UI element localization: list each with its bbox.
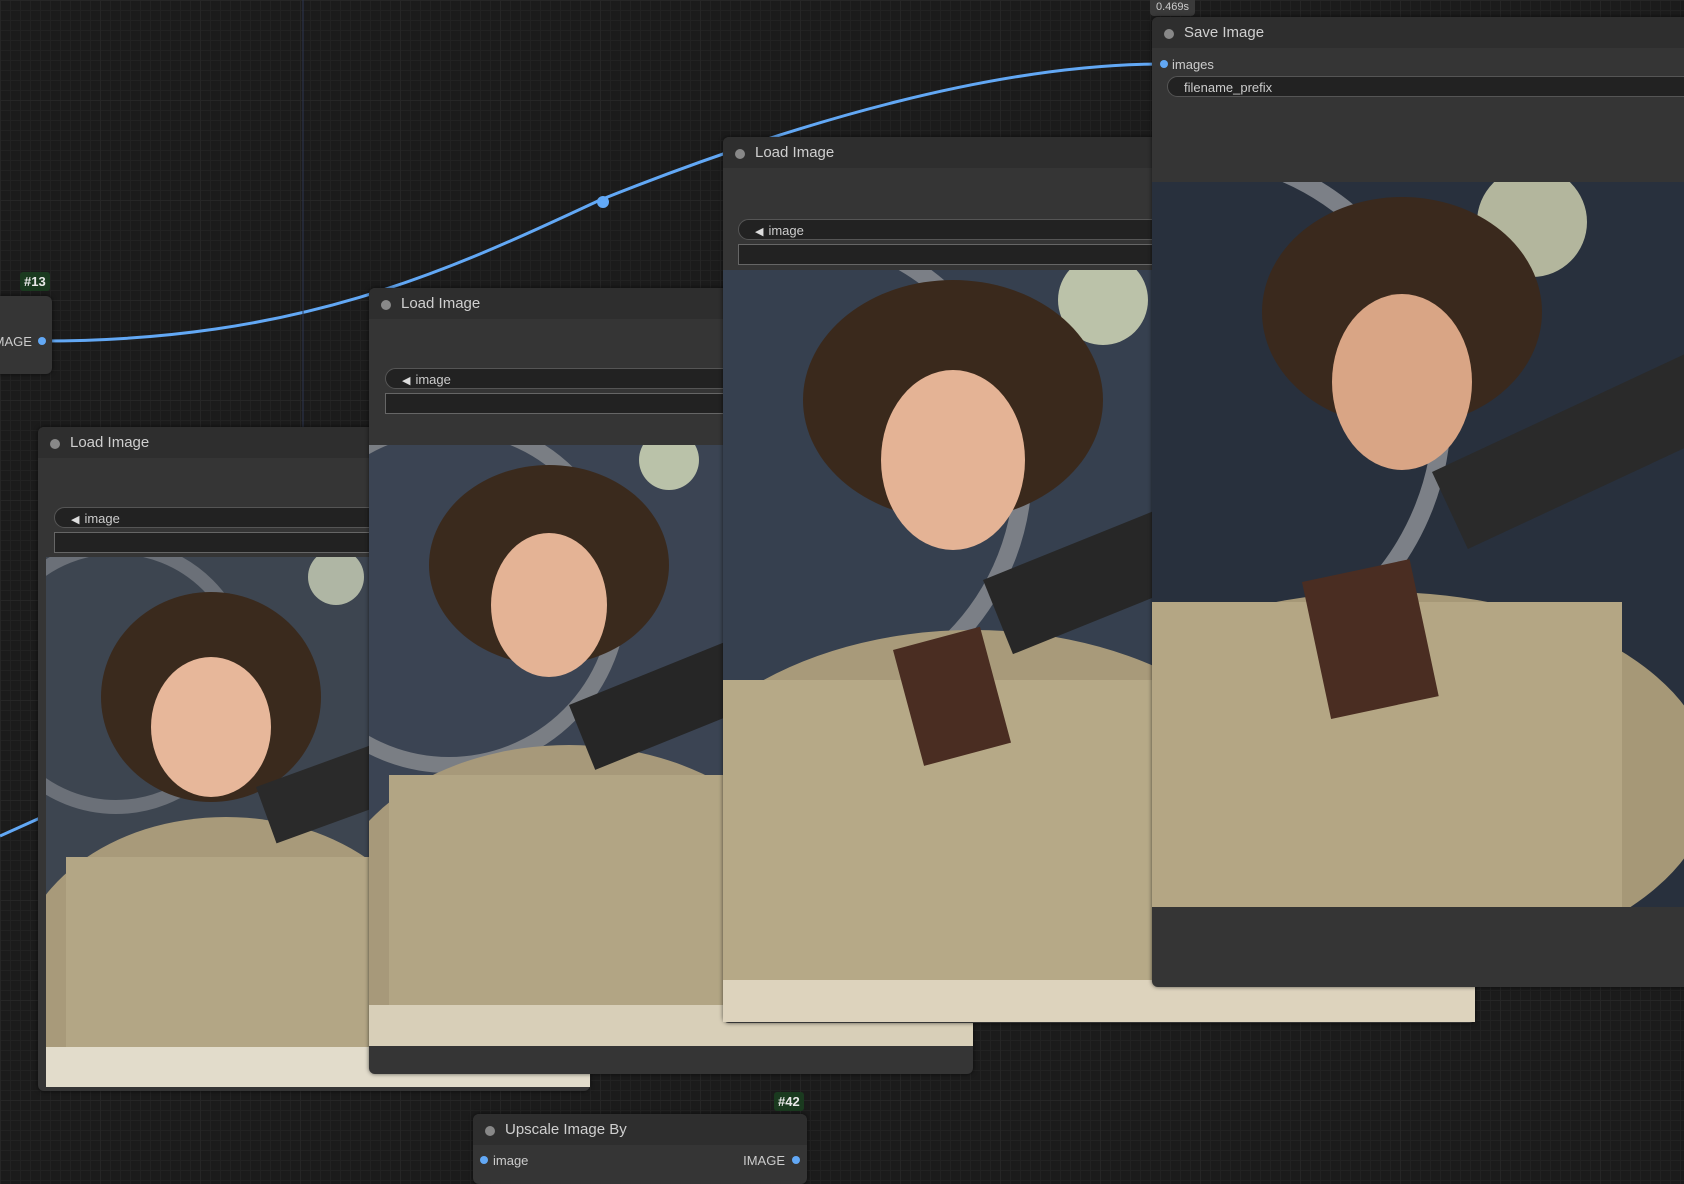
execution-time-badge: 0.469s [1150,0,1196,16]
input-slot-dot[interactable] [1160,60,1168,68]
node-13[interactable]: IMAGE [0,296,52,374]
node-title: Load Image [401,295,481,312]
node-id-badge-13: #13 [20,272,50,291]
node-title-bar[interactable]: Upscale Image By [473,1114,807,1145]
node-title: Load Image [70,434,150,451]
node-title: Upscale Image By [505,1121,627,1138]
collapse-dot[interactable] [485,1126,495,1136]
link-midpoint[interactable] [597,196,609,208]
image-preview [1152,182,1684,907]
collapse-dot[interactable] [1164,29,1174,39]
upscale-image-by-node[interactable]: Upscale Image By image IMAGE [473,1114,807,1184]
input-label-images: images [1172,57,1214,72]
left-arrow-icon: ◀ [402,375,411,387]
input-label-image: image [493,1153,529,1168]
input-slot-dot[interactable] [480,1156,488,1164]
output-slot-dot[interactable] [792,1156,800,1164]
node-id-badge-42: #42 [774,1092,804,1111]
collapse-dot[interactable] [381,300,391,310]
node-graph-canvas[interactable]: 0.469s #13 IMAGE Load Image ◀image choos… [0,0,1684,1184]
output-label-image: IMAGE [743,1153,785,1168]
collapse-dot[interactable] [735,149,745,159]
output-slot-dot[interactable] [38,337,46,345]
left-arrow-icon: ◀ [71,514,80,526]
image-combo-label: image [768,223,804,238]
left-arrow-icon: ◀ [755,226,764,238]
output-label-image: IMAGE [0,334,32,349]
save-image-node[interactable]: Save Image images filename_prefix [1152,17,1684,987]
filename-prefix-input[interactable]: filename_prefix [1167,76,1684,97]
image-combo-label: image [84,511,120,526]
image-combo-label: image [415,372,451,387]
node-title: Save Image [1184,24,1265,41]
collapse-dot[interactable] [50,439,60,449]
node-title-bar[interactable]: Save Image [1152,17,1684,48]
node-title: Load Image [755,144,835,161]
